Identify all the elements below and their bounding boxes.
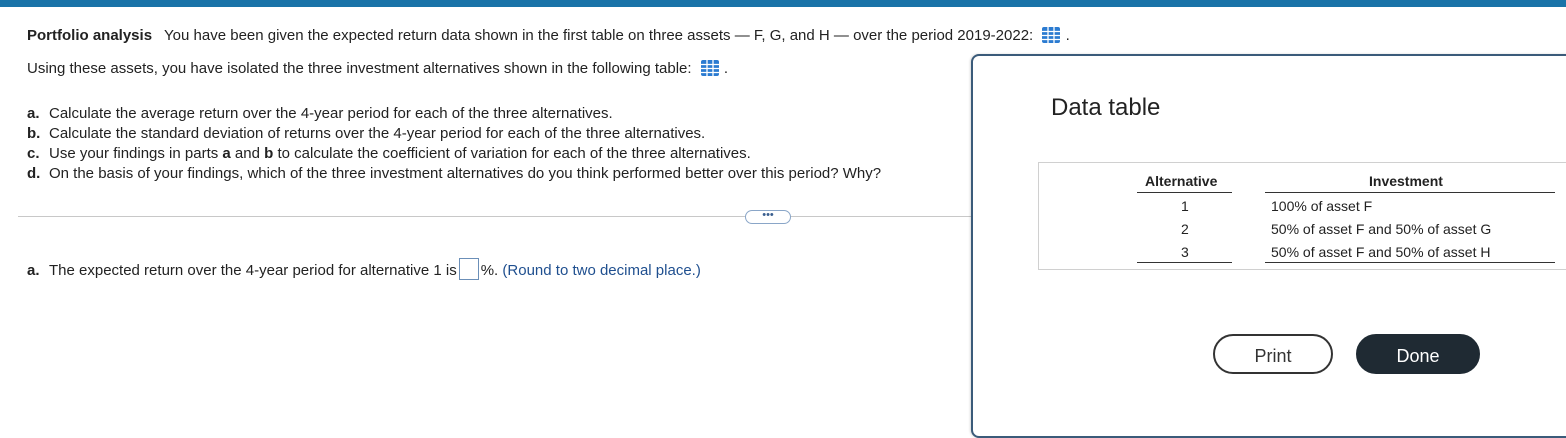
part-text: Calculate the standard deviation of retu…: [49, 125, 706, 142]
column-header-alternative: Alternative: [1145, 173, 1218, 189]
question-parts: a. Calculate the average return over the …: [27, 104, 881, 184]
footer-rule: [1265, 262, 1555, 263]
part-label: c.: [27, 145, 40, 162]
part-text: On the basis of your findings, which of …: [49, 165, 882, 182]
table-cell-investment: 50% of asset F and 50% of asset H: [1271, 244, 1491, 260]
part-ref-a: a: [222, 145, 231, 162]
data-table-popup: Data table Alternative Investment 1 100%…: [971, 54, 1566, 438]
part-a: a. Calculate the average return over the …: [27, 104, 881, 124]
part-label: d.: [27, 165, 41, 182]
part-text: and: [230, 145, 265, 162]
more-options-button[interactable]: •••: [745, 210, 791, 224]
question-intro: You have been given the expected return …: [164, 27, 1034, 44]
top-accent-bar: [0, 0, 1566, 7]
part-text: Use your findings in parts: [49, 145, 223, 162]
question-title: Portfolio analysis: [27, 27, 153, 44]
part-b: b. Calculate the standard deviation of re…: [27, 124, 881, 144]
print-button[interactable]: Print: [1213, 334, 1333, 374]
table-grid-icon[interactable]: [1041, 26, 1061, 44]
part-label: b.: [27, 125, 41, 142]
question-line-2: Using these assets, you have isolated th…: [27, 59, 728, 77]
section-divider: [18, 216, 973, 217]
done-button[interactable]: Done: [1356, 334, 1480, 374]
part-text: to calculate the coefficient of variatio…: [273, 145, 751, 162]
answer-line: a. The expected return over the 4-year pe…: [27, 258, 701, 280]
period-dot: .: [1065, 27, 1070, 44]
table-cell-investment: 50% of asset F and 50% of asset G: [1271, 221, 1492, 237]
data-table: Alternative Investment 1 100% of asset F…: [1038, 162, 1566, 270]
part-text: Calculate the average return over the 4-…: [49, 105, 613, 122]
table-grid-icon[interactable]: [700, 59, 720, 77]
part-label: a.: [27, 105, 40, 122]
answer-label: a.: [27, 262, 40, 279]
question-line2-text: Using these assets, you have isolated th…: [27, 60, 692, 77]
answer-text: The expected return over the 4-year peri…: [49, 262, 457, 279]
table-cell-alt: 3: [1181, 244, 1189, 260]
part-c: c. Use your findings in parts a and b to …: [27, 144, 881, 164]
table-cell-investment: 100% of asset F: [1271, 198, 1373, 214]
footer-rule: [1137, 262, 1232, 263]
part-d: d. On the basis of your findings, which o…: [27, 164, 881, 184]
table-cell-alt: 1: [1181, 198, 1189, 214]
part-ref-b: b: [264, 145, 274, 162]
table-cell-alt: 2: [1181, 221, 1189, 237]
period-dot: .: [723, 60, 729, 77]
column-header-investment: Investment: [1369, 173, 1443, 189]
question-line-1: Portfolio analysis You have been given th…: [27, 26, 1070, 44]
header-rule: [1137, 192, 1232, 193]
answer-input[interactable]: [458, 258, 479, 280]
popup-title: Data table: [1051, 94, 1161, 121]
answer-suffix: %.: [480, 262, 499, 279]
rounding-note: (Round to two decimal place.): [502, 262, 701, 279]
header-rule: [1265, 192, 1555, 193]
